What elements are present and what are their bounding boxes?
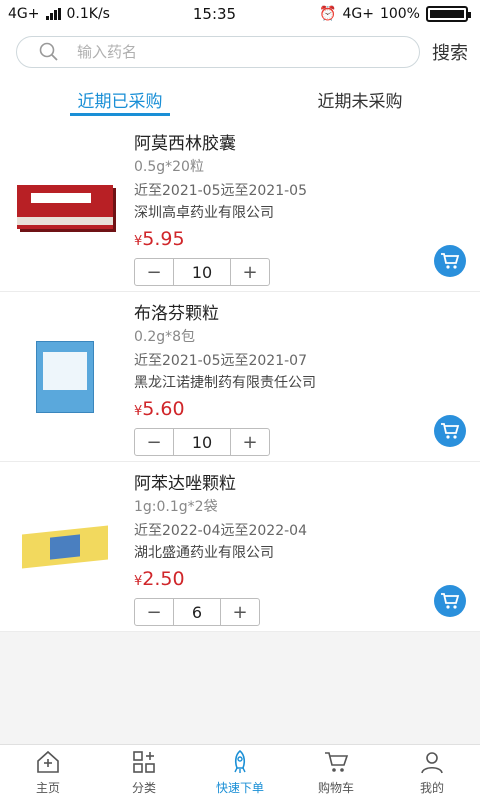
product-price: ¥2.50 [134,566,480,592]
nav-mine[interactable]: 我的 [384,745,480,800]
product-item[interactable]: 阿苯达唑颗粒 1g:0.1g*2袋 近至2022-04远至2022-04 湖北盛… [0,462,480,632]
product-maker: 湖北盛通药业有限公司 [134,545,274,561]
add-to-cart-button[interactable] [434,585,466,617]
purchase-tabs: 近期已采购 近期未采购 [0,76,480,122]
search-bar: 搜索 [0,28,480,76]
product-item[interactable]: 阿莫西林胶囊 0.5g*20粒 近至2021-05远至2021-05 深圳高卓药… [0,122,480,292]
decrement-button[interactable]: − [135,429,173,455]
quantity-stepper: − 10 + [134,258,270,286]
price-value: 5.95 [142,228,185,250]
price-value: 5.60 [142,398,185,420]
product-image [0,462,118,631]
product-image [0,292,118,461]
product-item[interactable]: 布洛芬颗粒 0.2g*8包 近至2021-05远至2021-07 黑龙江诺捷制药… [0,292,480,462]
battery-icon [425,6,471,22]
network-speed: 0.1K/s [66,6,110,22]
network-type: 4G+ [8,6,40,22]
tab-recently-purchased[interactable]: 近期已采购 [0,76,240,122]
cart-icon [441,423,460,439]
cart-icon [325,752,349,772]
nav-home[interactable]: 主页 [0,745,96,800]
product-name: 布洛芬颗粒 [134,304,219,324]
search-icon [39,42,58,61]
battery-percent: 100% [379,6,420,22]
quantity-value[interactable]: 10 [173,259,231,285]
increment-button[interactable]: + [231,429,269,455]
cart-icon [441,593,460,609]
increment-button[interactable]: + [221,599,259,625]
cart-icon [441,253,460,269]
product-expiry: 近至2022-04远至2022-04 [134,523,307,539]
home-icon [37,750,59,773]
product-maker: 深圳高卓药业有限公司 [134,205,274,221]
product-maker: 黑龙江诺捷制药有限责任公司 [134,375,316,391]
quantity-value[interactable]: 10 [173,429,231,455]
increment-button[interactable]: + [231,259,269,285]
quantity-stepper: − 6 + [134,598,260,626]
signal-icon [45,8,61,20]
product-image [0,122,118,291]
nav-label: 我的 [419,781,444,795]
category-icon [133,751,155,773]
nav-label: 分类 [131,781,156,795]
user-icon [421,752,443,774]
nav-cart[interactable]: 购物车 [288,745,384,800]
quantity-stepper: − 10 + [134,428,270,456]
product-name: 阿莫西林胶囊 [134,134,236,154]
alarm-icon: ⏰ [319,6,337,22]
decrement-button[interactable]: − [135,599,173,625]
product-expiry: 近至2021-05远至2021-05 [134,183,307,199]
product-expiry: 近至2021-05远至2021-07 [134,353,307,369]
decrement-button[interactable]: − [135,259,173,285]
nav-label: 快速下单 [215,781,264,795]
network-type-right: 4G+ [342,6,374,22]
product-price: ¥5.60 [134,396,480,422]
tab-not-recently-purchased[interactable]: 近期未采购 [240,76,480,122]
quantity-value[interactable]: 6 [173,599,221,625]
product-price: ¥5.95 [134,226,480,252]
product-name: 阿苯达唑颗粒 [134,474,236,494]
status-bar: 4G+ 0.1K/s 15:35 ⏰ 4G+ 100% [0,0,480,28]
nav-quick-order[interactable]: 快速下单 [192,745,288,800]
price-value: 2.50 [142,568,185,590]
product-list: 阿莫西林胶囊 0.5g*20粒 近至2021-05远至2021-05 深圳高卓药… [0,122,480,632]
product-spec: 1g:0.1g*2袋 [134,499,218,515]
clock: 15:35 [192,5,237,23]
add-to-cart-button[interactable] [434,415,466,447]
bottom-nav: 主页 分类 快速下单 购物车 我的 [0,744,480,800]
nav-label: 主页 [35,781,60,795]
product-spec: 0.5g*20粒 [134,159,204,175]
search-input[interactable] [77,43,317,61]
search-button[interactable]: 搜索 [432,39,468,65]
nav-category[interactable]: 分类 [96,745,192,800]
product-spec: 0.2g*8包 [134,329,196,345]
add-to-cart-button[interactable] [434,245,466,277]
search-box[interactable] [16,36,420,68]
nav-label: 购物车 [317,781,354,795]
rocket-icon [234,749,246,773]
